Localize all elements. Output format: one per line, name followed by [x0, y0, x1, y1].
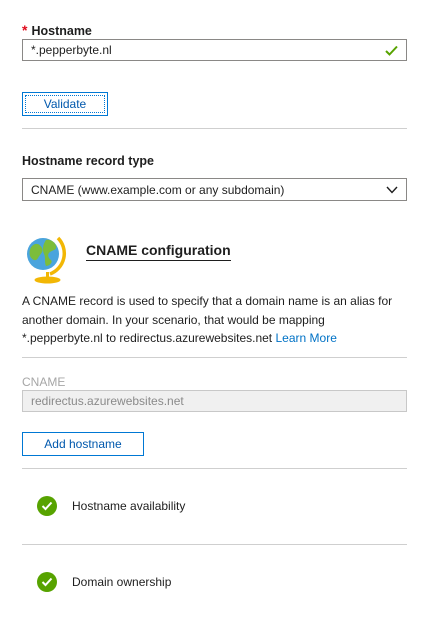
- check-label: Domain ownership: [72, 575, 172, 589]
- add-hostname-button[interactable]: Add hostname: [22, 432, 144, 456]
- check-circle-icon: [37, 572, 57, 592]
- check-circle-icon: [37, 496, 57, 516]
- divider: [22, 544, 407, 545]
- divider: [22, 468, 407, 469]
- record-type-select[interactable]: CNAME (www.example.com or any subdomain): [22, 178, 407, 201]
- cname-config-title-wrap: CNAME configuration: [86, 242, 231, 261]
- required-marker: *: [22, 22, 28, 38]
- divider: [22, 128, 407, 129]
- check-domain-ownership: Domain ownership: [37, 572, 171, 592]
- globe-icon: [22, 228, 70, 284]
- record-type-label: Hostname record type: [22, 154, 154, 168]
- check-label: Hostname availability: [72, 499, 186, 513]
- cname-config-title: CNAME configuration: [86, 242, 231, 261]
- hostname-input[interactable]: *.pepperbyte.nl: [22, 39, 407, 61]
- cname-description: A CNAME record is used to specify that a…: [22, 292, 407, 348]
- hostname-label-row: * Hostname: [22, 22, 92, 40]
- cname-field-value: redirectus.azurewebsites.net: [31, 394, 184, 408]
- checkmark-icon: [385, 45, 398, 56]
- hostname-label: Hostname: [31, 24, 92, 38]
- hostname-input-value: *.pepperbyte.nl: [31, 43, 112, 57]
- chevron-down-icon: [386, 186, 398, 194]
- check-hostname-availability: Hostname availability: [37, 496, 185, 516]
- divider: [22, 357, 407, 358]
- cname-field-label: CNAME: [22, 375, 66, 389]
- cname-field-input: redirectus.azurewebsites.net: [22, 390, 407, 412]
- learn-more-link[interactable]: Learn More: [276, 331, 337, 345]
- validate-button[interactable]: Validate: [22, 92, 108, 116]
- record-type-value: CNAME (www.example.com or any subdomain): [31, 182, 285, 197]
